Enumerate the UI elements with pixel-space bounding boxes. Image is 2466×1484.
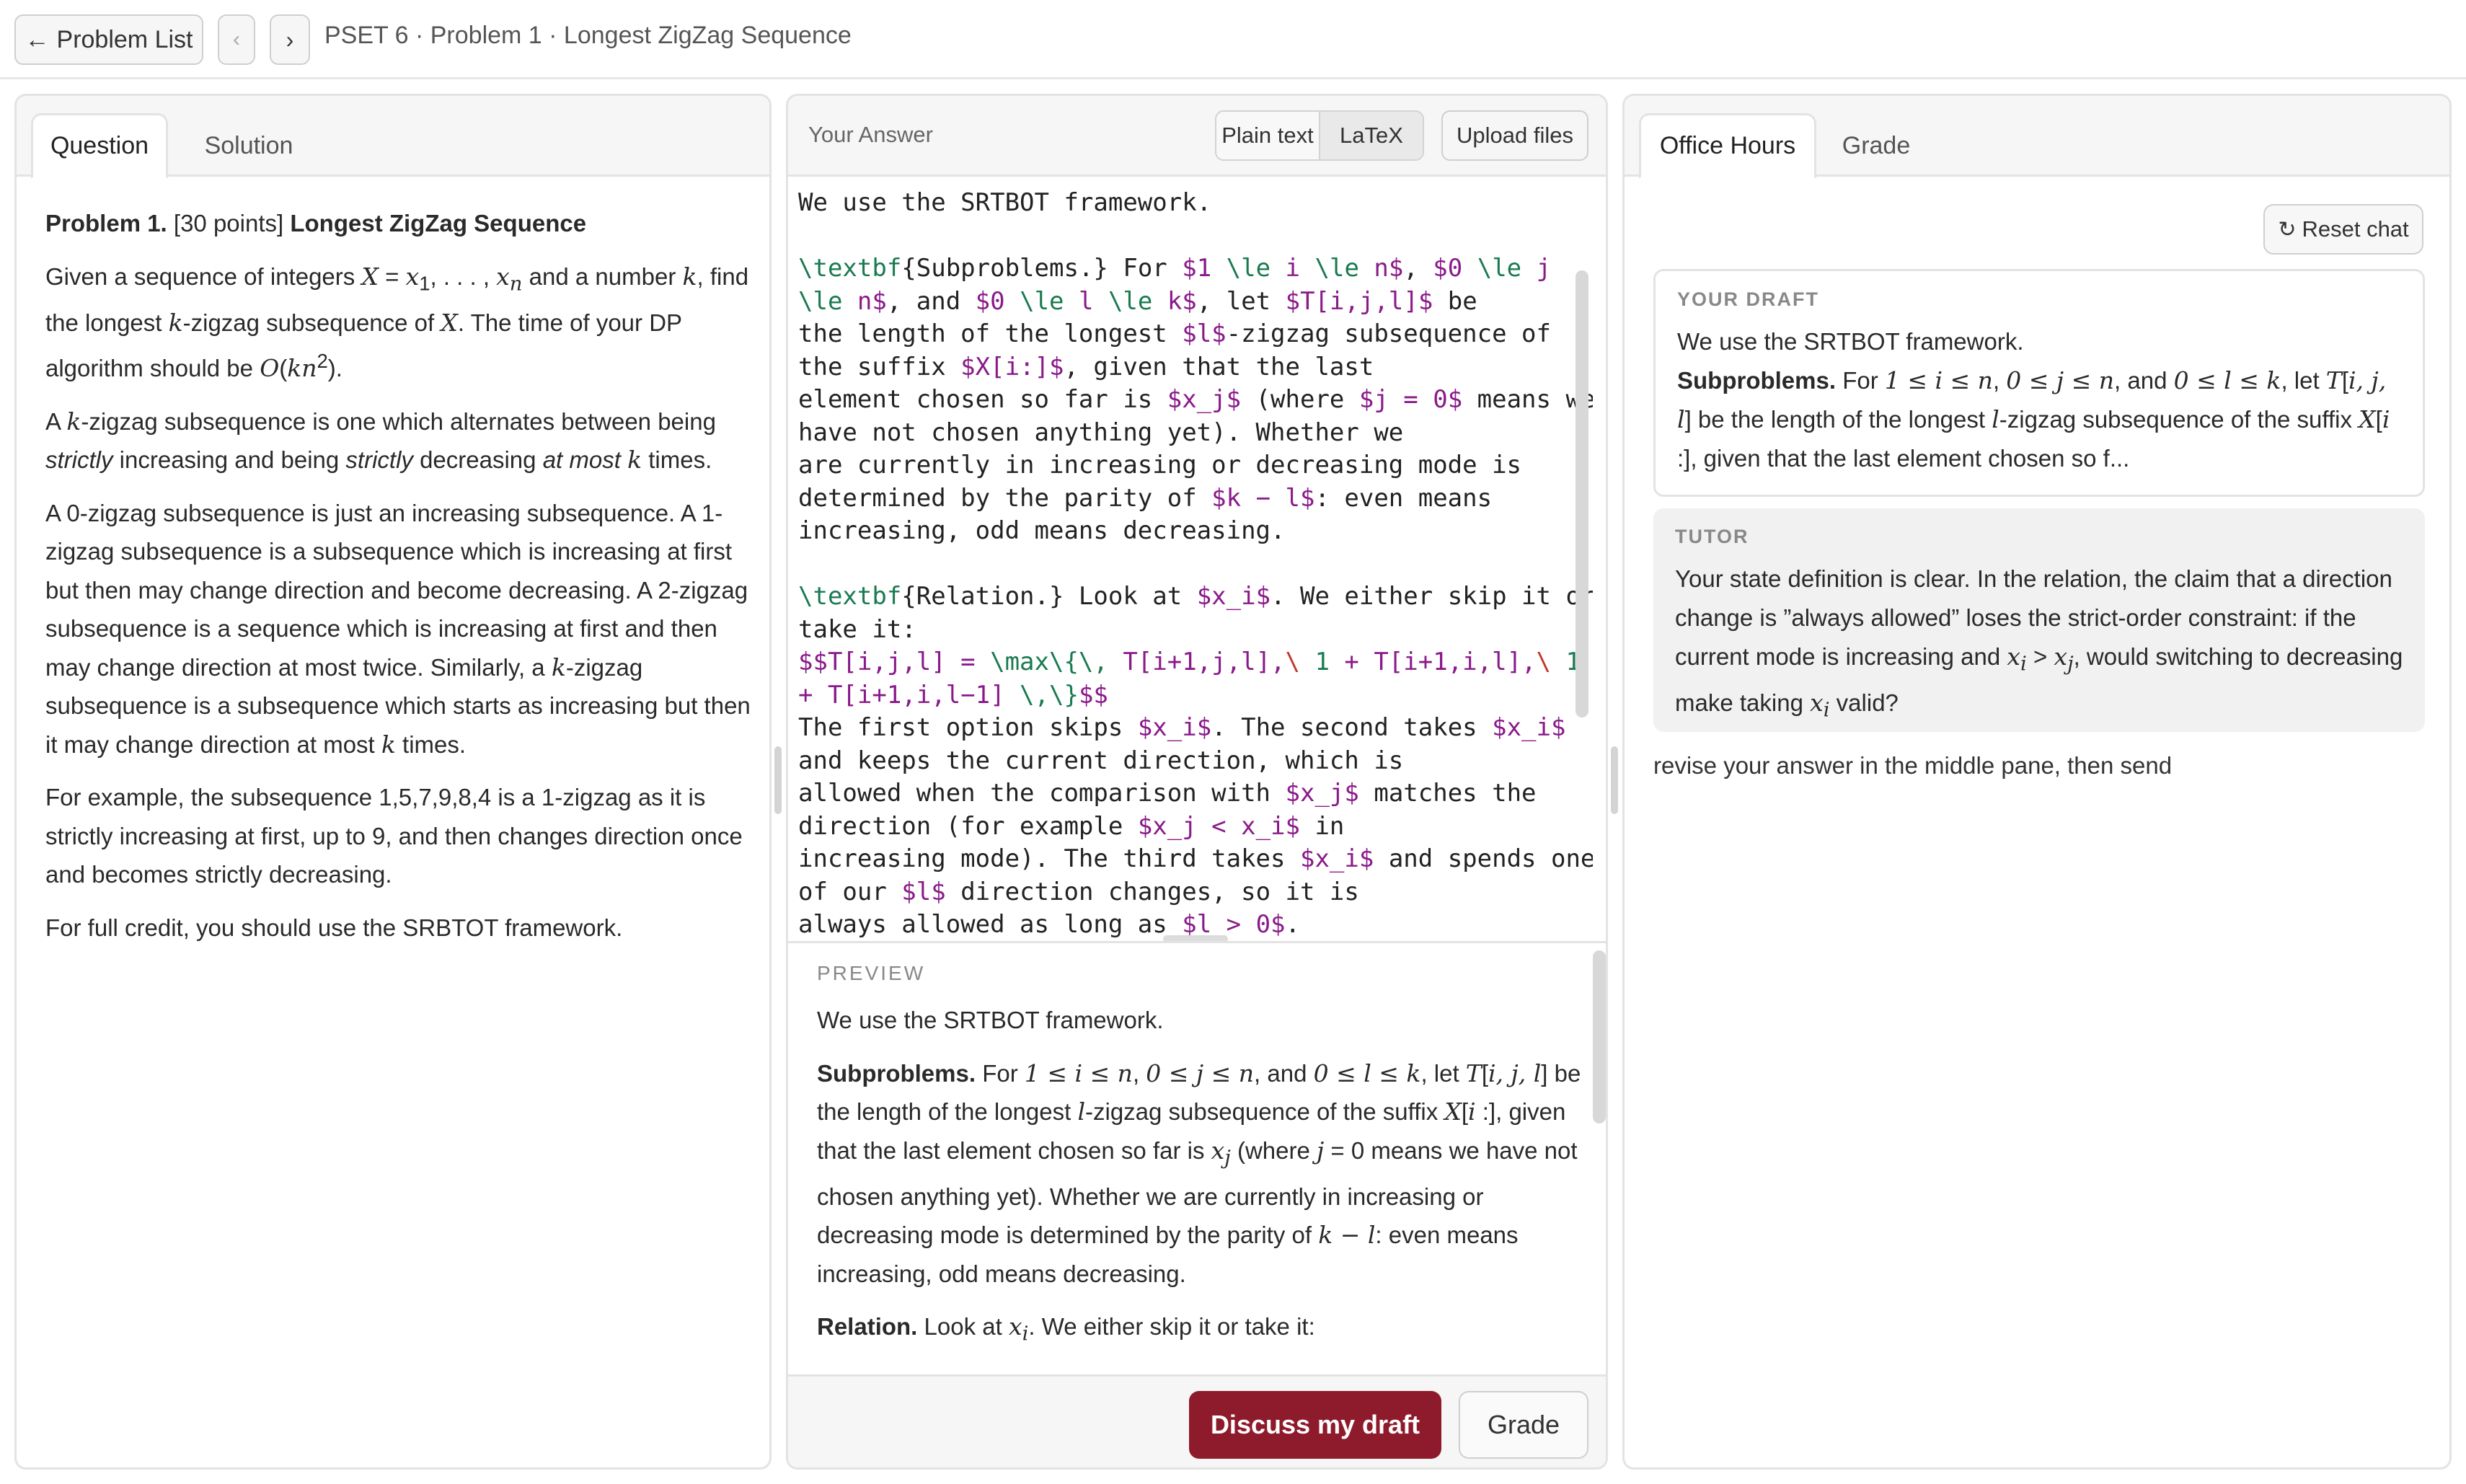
previous-problem-button[interactable]: ‹ bbox=[218, 14, 255, 65]
chevron-left-icon: ‹ bbox=[233, 27, 240, 51]
editor-scrollbar[interactable] bbox=[1576, 270, 1588, 717]
tutor-text: Your state definition is clear. In the r… bbox=[1675, 565, 2403, 722]
arrow-left-icon: ← bbox=[25, 25, 50, 53]
upload-files-button[interactable]: Upload files bbox=[1441, 110, 1588, 161]
draft-line-1: We use the SRTBOT framework. bbox=[1677, 328, 2024, 355]
tab-solution[interactable]: Solution bbox=[177, 113, 321, 179]
question-body: Problem 1. [30 points] Longest ZigZag Se… bbox=[45, 204, 759, 961]
chevron-right-icon: › bbox=[286, 26, 294, 53]
chat-hint: revise your answer in the middle pane, t… bbox=[1653, 752, 2173, 779]
definition-paragraph: A k-zigzag subsequence is one which alte… bbox=[45, 407, 716, 474]
top-bar: ← Problem List ‹ › PSET 6 · Problem 1 · … bbox=[0, 0, 2466, 79]
draft-text: We use the SRTBOT framework. Subproblems… bbox=[1677, 322, 2401, 478]
example-paragraph: For example, the subsequence 1,5,7,9,8,4… bbox=[45, 784, 743, 888]
preview-formula: T[i, j, l] = max{T[i+1, j, l], 1 + T[i+1… bbox=[817, 1368, 1581, 1374]
tab-grade[interactable]: Grade bbox=[1822, 113, 1930, 179]
left-resize-handle[interactable] bbox=[774, 746, 782, 814]
right-resize-handle[interactable] bbox=[1611, 746, 1618, 814]
preview-intro: We use the SRTBOT framework. bbox=[817, 1007, 1164, 1033]
preview-scrollbar[interactable] bbox=[1593, 950, 1606, 1123]
discuss-draft-button[interactable]: Discuss my draft bbox=[1189, 1391, 1441, 1459]
next-problem-button[interactable]: › bbox=[270, 14, 310, 65]
question-panel: Question Solution Problem 1. [30 points]… bbox=[14, 94, 772, 1470]
answer-header: Your Answer Plain text LaTeX Upload file… bbox=[788, 96, 1606, 177]
office-hours-panel: Office Hours Grade ↻ Reset chat YOUR DRA… bbox=[1622, 94, 2452, 1470]
preview-subproblems: Subproblems. For 1 ≤ i ≤ n, 0 ≤ j ≤ n, a… bbox=[817, 1059, 1581, 1287]
problem-list-label: Problem List bbox=[56, 25, 193, 53]
latex-mode-button[interactable]: LaTeX bbox=[1319, 112, 1423, 159]
breadcrumb: PSET 6 · Problem 1 · Longest ZigZag Sequ… bbox=[324, 22, 852, 49]
credit-paragraph: For full credit, you should use the SRBT… bbox=[45, 914, 623, 941]
plain-text-mode-button[interactable]: Plain text bbox=[1216, 112, 1319, 159]
answer-panel: Your Answer Plain text LaTeX Upload file… bbox=[786, 94, 1608, 1470]
draft-card: YOUR DRAFT We use the SRTBOT framework. … bbox=[1653, 269, 2425, 497]
problem-list-button[interactable]: ← Problem List bbox=[14, 14, 203, 65]
tutor-label: TUTOR bbox=[1675, 526, 1749, 547]
reset-chat-button[interactable]: ↻ Reset chat bbox=[2263, 204, 2423, 255]
editor-content[interactable]: We use the SRTBOT framework. \textbf{Sub… bbox=[798, 187, 1593, 941]
grade-button[interactable]: Grade bbox=[1459, 1391, 1588, 1459]
question-tabs: Question Solution bbox=[17, 96, 769, 179]
answer-label: Your Answer bbox=[808, 122, 933, 147]
refresh-icon: ↻ bbox=[2278, 217, 2297, 242]
problem-statement: Given a sequence of integers X = x1, . .… bbox=[45, 262, 749, 383]
preview-relation: Relation. Look at xi. We either skip it … bbox=[817, 1312, 1315, 1346]
draft-label: YOUR DRAFT bbox=[1677, 288, 1819, 310]
tab-office-hours[interactable]: Office Hours bbox=[1639, 113, 1816, 179]
office-hours-tabs: Office Hours Grade bbox=[1625, 96, 2449, 179]
problem-title: Longest ZigZag Sequence bbox=[290, 210, 587, 237]
problem-heading: Problem 1. [30 points] Longest ZigZag Se… bbox=[45, 210, 587, 237]
answer-footer: Discuss my draft Grade bbox=[788, 1374, 1606, 1467]
explanation-paragraph: A 0-zigzag subsequence is just an increa… bbox=[45, 499, 751, 759]
latex-editor[interactable]: We use the SRTBOT framework. \textbf{Sub… bbox=[788, 177, 1593, 941]
draft-line-2: Subproblems. For 1 ≤ i ≤ n, 0 ≤ j ≤ n, a… bbox=[1677, 366, 2390, 472]
tab-question[interactable]: Question bbox=[31, 113, 168, 179]
preview-body: We use the SRTBOT framework. Subproblems… bbox=[817, 1001, 1581, 1374]
input-mode-toggle: Plain text LaTeX bbox=[1215, 110, 1424, 161]
reset-chat-label: Reset chat bbox=[2302, 216, 2409, 242]
preview-label: PREVIEW bbox=[817, 962, 926, 984]
latex-preview: PREVIEW We use the SRTBOT framework. Sub… bbox=[788, 943, 1606, 1374]
tutor-message: TUTOR Your state definition is clear. In… bbox=[1653, 508, 2425, 732]
